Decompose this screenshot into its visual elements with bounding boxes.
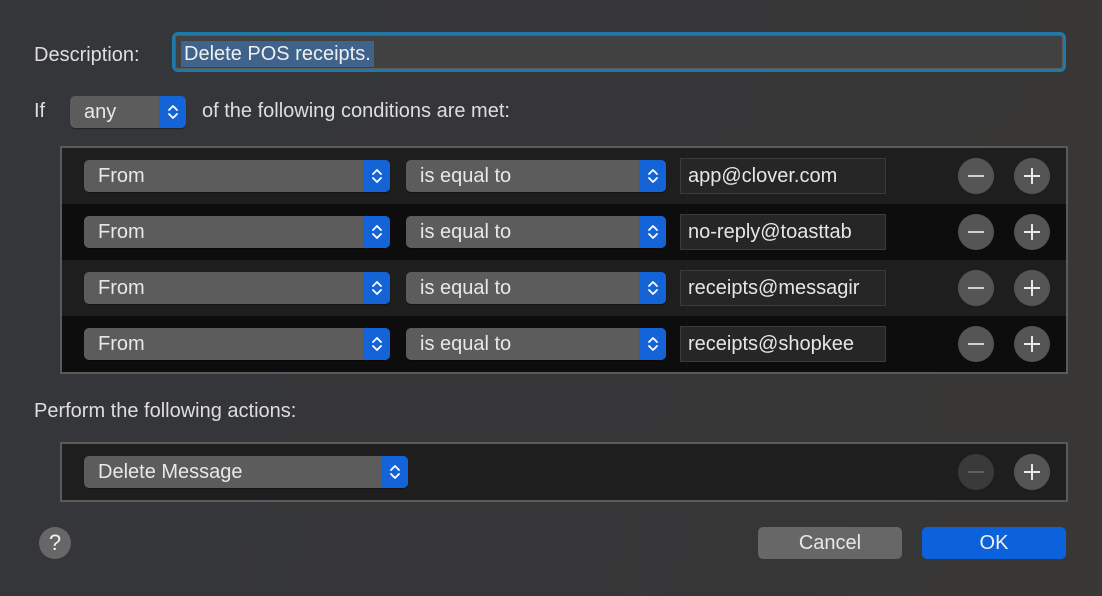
description-label: Description:	[34, 44, 140, 66]
plus-icon	[1024, 224, 1040, 240]
condition-field-popup[interactable]: From	[84, 272, 390, 304]
add-condition-button[interactable]	[1014, 326, 1050, 362]
chevron-updown-icon	[363, 160, 390, 192]
condition-value-input[interactable]: receipts@shopkee	[680, 326, 886, 362]
chevron-updown-icon	[639, 160, 666, 192]
if-label: If	[34, 100, 46, 122]
condition-operator-popup[interactable]: is equal to	[406, 272, 666, 304]
conditions-list: From is equal to app@clover.com From is equa…	[60, 146, 1068, 374]
condition-operator-value: is equal to	[420, 277, 512, 299]
description-input-value: Delete POS receipts.	[181, 41, 374, 67]
condition-operator-popup[interactable]: is equal to	[406, 216, 666, 248]
remove-action-button[interactable]	[958, 454, 994, 490]
help-button[interactable]: ?	[39, 527, 71, 559]
plus-icon	[1024, 168, 1040, 184]
add-condition-button[interactable]	[1014, 158, 1050, 194]
condition-field-value: From	[98, 165, 145, 187]
add-condition-button[interactable]	[1014, 270, 1050, 306]
plus-icon	[1024, 464, 1040, 480]
match-mode-value: any	[84, 101, 117, 123]
minus-icon	[968, 287, 984, 289]
condition-value-input[interactable]: no-reply@toasttab	[680, 214, 886, 250]
chevron-updown-icon	[639, 328, 666, 360]
condition-row: From is equal to app@clover.com	[62, 148, 1066, 204]
condition-field-value: From	[98, 277, 145, 299]
add-action-button[interactable]	[1014, 454, 1050, 490]
add-condition-button[interactable]	[1014, 214, 1050, 250]
condition-field-popup[interactable]: From	[84, 328, 390, 360]
minus-icon	[968, 175, 984, 177]
chevron-updown-icon	[639, 216, 666, 248]
condition-field-popup[interactable]: From	[84, 160, 390, 192]
condition-field-value: From	[98, 333, 145, 355]
conditions-suffix-label: of the following conditions are met:	[202, 100, 510, 122]
plus-icon	[1024, 280, 1040, 296]
actions-list: Delete Message	[60, 442, 1068, 502]
minus-icon	[968, 343, 984, 345]
condition-value-input[interactable]: receipts@messagir	[680, 270, 886, 306]
remove-condition-button[interactable]	[958, 326, 994, 362]
chevron-updown-icon	[363, 328, 390, 360]
chevron-updown-icon	[363, 272, 390, 304]
chevron-updown-icon	[363, 216, 390, 248]
condition-operator-popup[interactable]: is equal to	[406, 328, 666, 360]
condition-row: From is equal to receipts@messagir	[62, 260, 1066, 316]
ok-button[interactable]: OK	[922, 527, 1066, 559]
condition-operator-value: is equal to	[420, 165, 512, 187]
condition-operator-popup[interactable]: is equal to	[406, 160, 666, 192]
condition-operator-value: is equal to	[420, 333, 512, 355]
plus-icon	[1024, 336, 1040, 352]
condition-field-popup[interactable]: From	[84, 216, 390, 248]
remove-condition-button[interactable]	[958, 214, 994, 250]
chevron-updown-icon	[159, 96, 186, 128]
actions-label: Perform the following actions:	[34, 400, 297, 422]
condition-value-input[interactable]: app@clover.com	[680, 158, 886, 194]
chevron-updown-icon	[381, 456, 408, 488]
chevron-updown-icon	[639, 272, 666, 304]
condition-field-value: From	[98, 221, 145, 243]
condition-operator-value: is equal to	[420, 221, 512, 243]
condition-row: From is equal to no-reply@toasttab	[62, 204, 1066, 260]
remove-condition-button[interactable]	[958, 158, 994, 194]
remove-condition-button[interactable]	[958, 270, 994, 306]
minus-icon	[968, 471, 984, 473]
condition-row: From is equal to receipts@shopkee	[62, 316, 1066, 372]
action-popup[interactable]: Delete Message	[84, 456, 408, 488]
description-input[interactable]: Delete POS receipts.	[172, 32, 1066, 72]
action-value: Delete Message	[98, 461, 243, 483]
minus-icon	[968, 231, 984, 233]
cancel-button[interactable]: Cancel	[758, 527, 902, 559]
match-mode-popup[interactable]: any	[70, 96, 186, 128]
